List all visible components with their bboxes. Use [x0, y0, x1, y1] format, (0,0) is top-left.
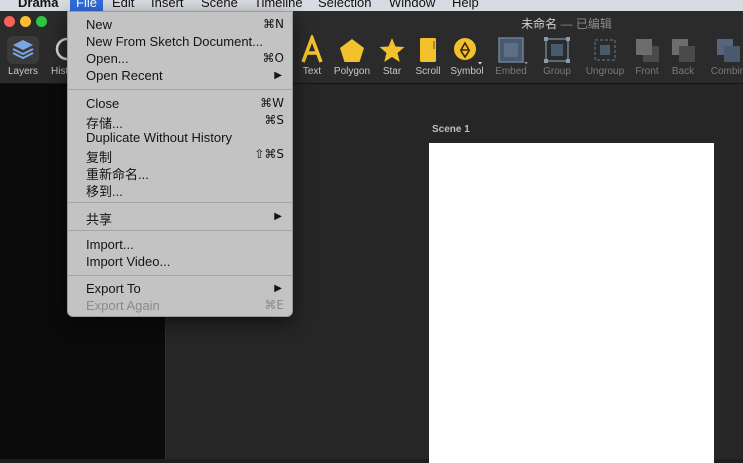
- menu-item-new[interactable]: New ⌘N: [68, 16, 292, 33]
- menu-item-new-from-sketch[interactable]: New From Sketch Document...: [68, 33, 292, 50]
- text-icon: [301, 35, 323, 63]
- toolbar-label: Combin: [710, 66, 743, 77]
- menu-item-rename[interactable]: 重新命名...: [68, 163, 292, 182]
- menu-app-name[interactable]: Drama: [18, 0, 58, 11]
- menu-item-label: 移到...: [86, 184, 123, 199]
- menu-bar: Drama File Edit Insert Scene Timeline Se…: [0, 0, 743, 11]
- embed-icon: [498, 37, 528, 65]
- menu-item-open-recent[interactable]: Open Recent ▶: [68, 67, 292, 84]
- submenu-arrow-icon: ▶: [274, 211, 282, 222]
- group-icon: [544, 37, 570, 63]
- menu-item-shortcut: ⌘O: [262, 51, 284, 65]
- scene-label: Scene 1: [432, 124, 470, 135]
- menu-separator: [68, 230, 292, 231]
- menu-item-export-again[interactable]: Export Again ⌘E: [68, 297, 292, 314]
- toolbar-label: Hist: [51, 66, 68, 77]
- menu-item-duplicate-without-history[interactable]: Duplicate Without History: [68, 129, 292, 146]
- menu-item-close[interactable]: Close ⌘W: [68, 95, 292, 112]
- menu-item-share[interactable]: 共享 ▶: [68, 208, 292, 227]
- menu-item-label: 共享: [86, 212, 113, 227]
- menu-separator: [68, 275, 292, 276]
- toolbar-history-button[interactable]: Hist: [40, 35, 68, 77]
- menu-item-label: Export To: [86, 281, 141, 296]
- menu-item-save[interactable]: 存储... ⌘S: [68, 112, 292, 131]
- layers-icon: [7, 36, 39, 64]
- scene-artboard[interactable]: [429, 143, 714, 463]
- menu-item-label: New: [86, 17, 113, 32]
- menu-item-label: Open...: [86, 51, 129, 66]
- menu-item-import-video[interactable]: Import Video...: [68, 253, 292, 270]
- menu-item-export-to[interactable]: Export To ▶: [68, 280, 292, 297]
- submenu-arrow-icon: ▶: [274, 70, 282, 81]
- menu-item-shortcut: ⇧⌘S: [254, 147, 284, 161]
- menu-item-shortcut: ⌘E: [264, 298, 284, 312]
- file-menu-dropdown: New ⌘N New From Sketch Document... Open.…: [67, 11, 293, 317]
- toolbar-combine-button[interactable]: Combin: [700, 35, 743, 77]
- menu-insert[interactable]: Insert: [151, 0, 184, 11]
- menu-item-shortcut: ⌘W: [260, 96, 284, 110]
- ungroup-icon: [594, 39, 616, 61]
- menu-file[interactable]: File: [70, 0, 103, 11]
- menu-item-label: Export Again: [86, 298, 160, 313]
- menu-edit[interactable]: Edit: [112, 0, 134, 11]
- menu-separator: [68, 202, 292, 203]
- menu-item-label: Open Recent: [86, 68, 163, 83]
- menu-item-label: New From Sketch Document...: [86, 34, 263, 49]
- submenu-arrow-icon: ▶: [274, 283, 282, 294]
- menu-separator: [68, 89, 292, 90]
- menu-item-open[interactable]: Open... ⌘O: [68, 50, 292, 67]
- document-name: 未命名: [521, 17, 558, 31]
- menu-item-move-to[interactable]: 移到...: [68, 180, 292, 199]
- menu-item-shortcut: ⌘N: [263, 17, 284, 31]
- menu-item-label: Import Video...: [86, 254, 171, 269]
- menu-selection[interactable]: Selection: [318, 0, 371, 11]
- history-icon: [55, 37, 68, 61]
- menu-item-label: Import...: [86, 237, 134, 252]
- menu-item-duplicate[interactable]: 复制 ⇧⌘S: [68, 146, 292, 165]
- symbol-icon: [454, 38, 482, 65]
- menu-window[interactable]: Window: [389, 0, 435, 11]
- menu-item-label: Close: [86, 96, 120, 111]
- menu-item-shortcut: ⌘S: [264, 113, 284, 127]
- menu-help[interactable]: Help: [452, 0, 479, 11]
- document-status: — 已编辑: [560, 17, 612, 31]
- menu-item-import[interactable]: Import...: [68, 236, 292, 253]
- menu-item-label: Duplicate Without History: [86, 130, 232, 145]
- polygon-icon: [340, 39, 364, 62]
- combine-icon: [717, 39, 740, 62]
- back-icon: [672, 39, 695, 62]
- menu-scene[interactable]: Scene: [201, 0, 238, 11]
- menu-timeline[interactable]: Timeline: [254, 0, 303, 11]
